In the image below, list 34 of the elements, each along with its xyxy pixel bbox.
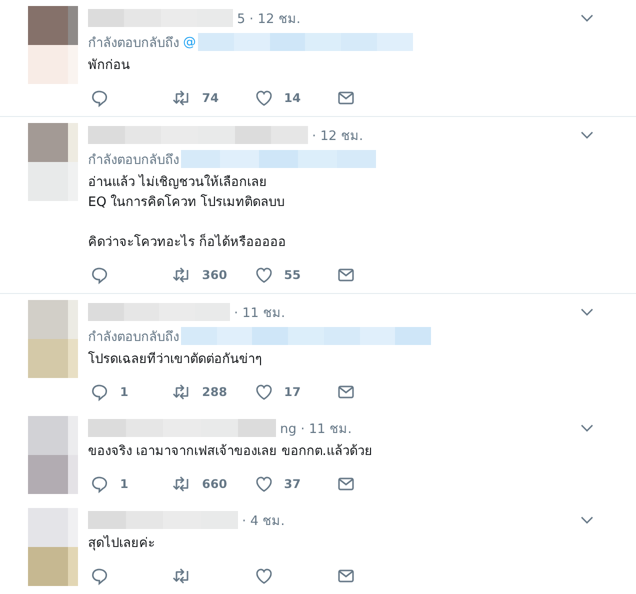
tweet-text: อ่านแล้ว ไม่เชิญชวนให้เลือกเลย EQ ในการคิดโควท โปรเมทติดลบบ คิดว่าจะโควทอะไร ก็อได้หรือออออ <box>88 173 288 252</box>
reply-icon[interactable] <box>90 88 110 108</box>
heart-icon[interactable] <box>254 382 274 402</box>
handle-link[interactable]: @ <box>183 34 196 50</box>
retweet-count: 74 <box>202 91 219 105</box>
reply-to-label: กำลังตอบกลับถึง <box>88 328 179 346</box>
reply-icon[interactable] <box>90 566 110 586</box>
heart-icon[interactable] <box>254 88 274 108</box>
timestamp: 5 · 12 ชม. <box>237 10 300 28</box>
like-count: 37 <box>284 477 301 491</box>
retweet-count: 288 <box>202 385 228 399</box>
like-count: 55 <box>284 268 301 282</box>
reply-to-label: กำลังตอบกลับถึง <box>88 34 179 52</box>
replie-count: 1 <box>120 385 128 399</box>
tweet-text: ของจริง เอามาจากเฟสเจ้าของเลย ขอกกต.แล้วด้วย <box>88 443 374 461</box>
timestamp: · 12 ชม. <box>312 128 364 146</box>
timestamp: · 4 ชม. <box>242 512 285 530</box>
timestamp: ng · 11 ชม. <box>280 420 352 438</box>
heart-icon[interactable] <box>254 566 274 586</box>
like-count: 14 <box>284 91 301 105</box>
reply-icon[interactable] <box>90 474 110 494</box>
reply-to-label: กำลังตอบกลับถึง <box>88 152 179 170</box>
reply-icon[interactable] <box>90 382 110 402</box>
tweet-text: พักก่อน <box>88 57 131 75</box>
retweet-count: 660 <box>202 477 228 491</box>
like-count: 17 <box>284 385 301 399</box>
timestamp: · 11 ชม. <box>234 304 286 322</box>
tweet-text: สุดไปเลยค่ะ <box>88 534 156 553</box>
heart-icon[interactable] <box>254 265 274 285</box>
reply-icon[interactable] <box>90 265 110 285</box>
replie-count: 1 <box>120 477 128 491</box>
tweet-text: โปรดเฉลยทีว่าเขาตัดต่อกันข่าๆ <box>88 350 263 369</box>
retweet-count: 360 <box>202 268 228 282</box>
heart-icon[interactable] <box>254 474 274 494</box>
